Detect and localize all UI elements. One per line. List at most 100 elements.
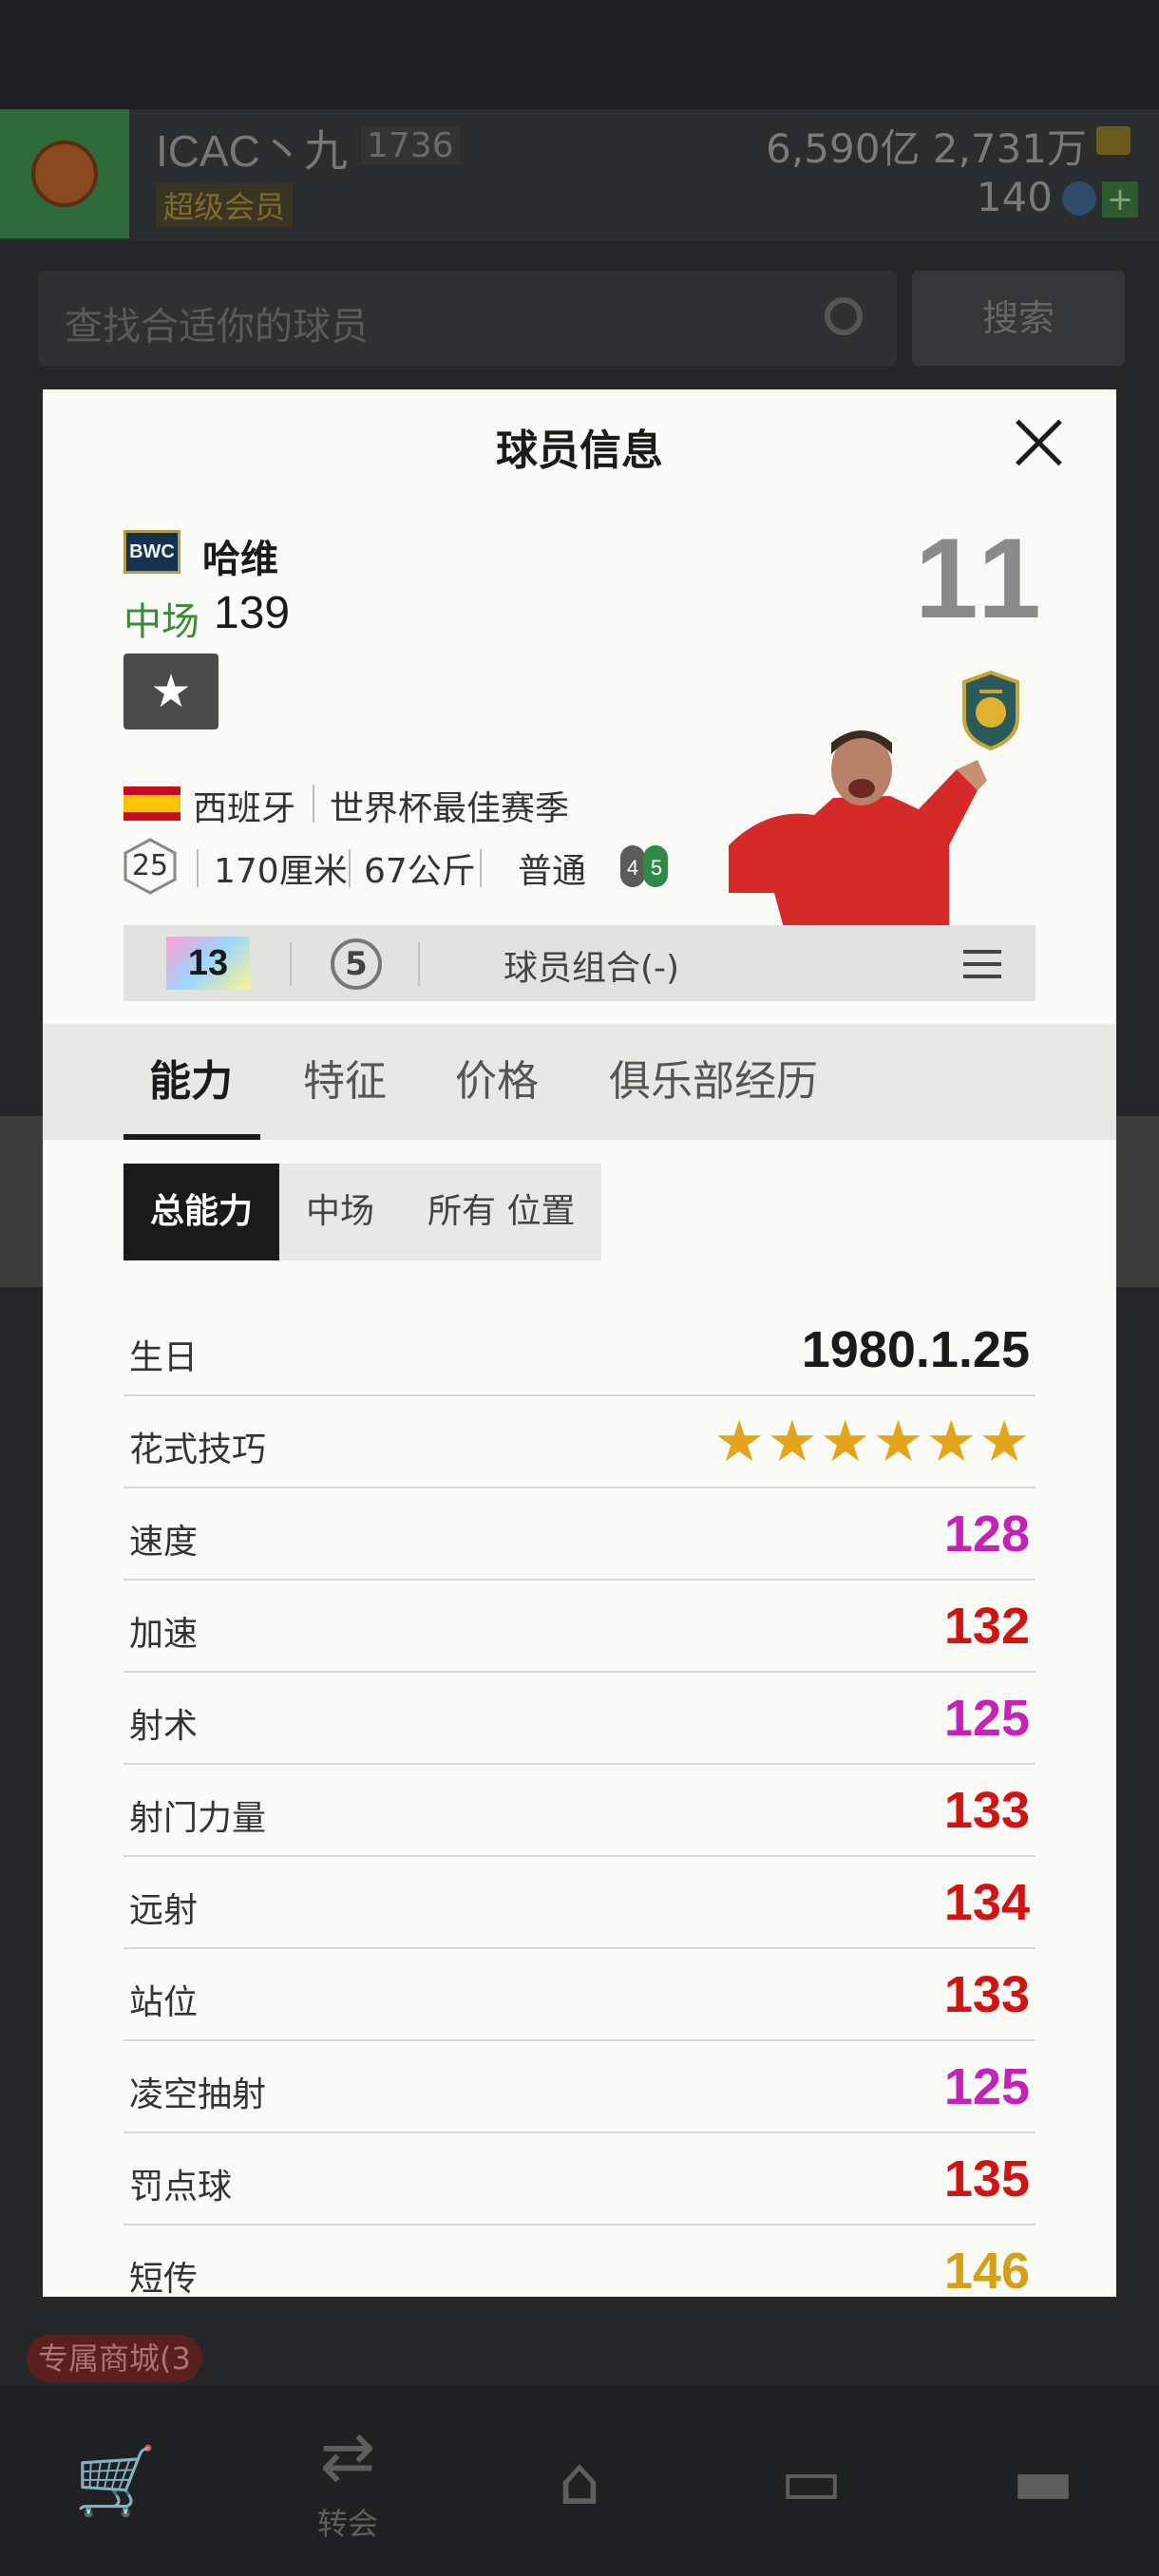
home-icon: ⌂ [558, 2442, 601, 2520]
stat-value: 135 [943, 2150, 1030, 2207]
player-nation: 西班牙 [193, 789, 296, 828]
jersey-number: 11 [915, 515, 1047, 642]
player-info-modal: 球员信息 BWC 哈维 中场 139 ★ 11 西班牙 世界杯最佳赛季 25 1… [43, 389, 1116, 2297]
search-placeholder: 查找合适你的球员 [65, 305, 369, 349]
divider [418, 942, 420, 986]
stat-label: 罚点球 [129, 2168, 233, 2207]
club-logo [0, 109, 129, 238]
ability-subtabs: 总能力 中场 所有 位置 [124, 1164, 602, 1260]
modal-title: 球员信息 [496, 426, 663, 475]
add-coins-button[interactable]: + [1102, 181, 1138, 218]
player-combo-bar[interactable]: 13 5 球员组合(-) [124, 925, 1036, 1001]
player-height: 170厘米 [214, 852, 348, 891]
player-weight: 67公斤 [364, 852, 476, 891]
combo-label: 球员组合(-) [504, 949, 680, 988]
nav-transfer-label: 转会 [316, 2506, 378, 2542]
subtab-midfield[interactable]: 中场 [279, 1164, 402, 1260]
tab-price[interactable]: 价格 [455, 1047, 539, 1108]
divider [313, 785, 314, 823]
club-level: 1736 [361, 126, 460, 165]
stat-label: 短传 [129, 2260, 199, 2297]
tab-club-history[interactable]: 俱乐部经历 [609, 1047, 818, 1108]
stat-label: 远射 [129, 1891, 199, 1930]
stat-row: 凌空抽射 125 [124, 2040, 1036, 2133]
enhance-level-badge: 13 [166, 937, 250, 990]
info-tabs: 能力 特征 价格 俱乐部经历 [43, 1024, 1116, 1140]
nav-pitch[interactable]: ▭ [695, 2386, 927, 2576]
player-position: 中场 [124, 600, 200, 644]
nav-home[interactable]: ⌂ [464, 2386, 695, 2576]
stat-label: 射门力量 [129, 1799, 267, 1838]
top-bar: ICAC丶九 1736 超级会员 6,590亿 2,731万 140 + [0, 109, 1159, 240]
favorite-star-button[interactable]: ★ [124, 653, 218, 729]
menu-icon[interactable] [963, 950, 1001, 978]
nav-shop[interactable]: 🛒 [0, 2386, 232, 2576]
player-body-type: 普通 [518, 852, 587, 891]
grade-badge: 5 [331, 938, 382, 990]
stat-value: 1980.1.25 [801, 1321, 1030, 1378]
cart-icon: 🛒 [74, 2442, 158, 2520]
nav-locker[interactable]: ▬ [927, 2386, 1159, 2576]
weak-foot-value: 4 [627, 856, 638, 880]
coin-icon [1062, 181, 1096, 216]
search-button[interactable]: 搜索 [912, 271, 1125, 366]
search-row: 查找合适你的球员 搜索 [0, 240, 1159, 392]
stat-value: 125 [943, 1690, 1030, 1747]
active-tab-indicator [124, 1134, 260, 1140]
stat-label: 花式技巧 [129, 1430, 267, 1469]
age-badge: 25 [124, 838, 177, 895]
nav-transfer[interactable]: ⇄ 转会 [232, 2386, 464, 2576]
stat-value: 128 [943, 1506, 1030, 1563]
stat-row: 速度 128 [124, 1487, 1036, 1581]
stat-value: 146 [943, 2243, 1030, 2297]
stat-value: 133 [943, 1966, 1030, 2023]
player-overall: 139 [214, 588, 291, 638]
close-icon[interactable] [1012, 416, 1065, 469]
club-name: ICAC丶九 [156, 126, 348, 176]
strong-foot-value: 5 [651, 856, 662, 880]
basketball-icon [31, 141, 98, 207]
tab-traits[interactable]: 特征 [303, 1047, 387, 1108]
search-icon [825, 297, 863, 335]
stat-value: 132 [943, 1598, 1030, 1655]
stat-row: 罚点球 135 [124, 2132, 1036, 2226]
stat-value: 125 [943, 2058, 1030, 2115]
subtab-total[interactable]: 总能力 [124, 1164, 280, 1260]
divider [349, 849, 351, 887]
stat-row: 射术 125 [124, 1672, 1036, 1765]
search-input[interactable]: 查找合适你的球员 [38, 271, 897, 366]
stat-row: 花式技巧 ★★★★★★ [124, 1395, 1036, 1488]
stat-label: 射术 [129, 1707, 199, 1746]
stat-label: 速度 [129, 1523, 199, 1562]
transfer-icon: ⇄ [319, 2417, 376, 2495]
player-name: 哈维 [202, 538, 278, 581]
shop-badge[interactable]: 专属商城(3 [27, 2335, 202, 2382]
stat-label: 站位 [129, 1983, 199, 2022]
spain-flag-icon [124, 786, 180, 821]
stat-label: 凌空抽射 [129, 2075, 267, 2114]
season-badge: BWC [124, 530, 180, 574]
stat-row: 射门力量 133 [124, 1764, 1036, 1857]
pitch-icon: ▭ [779, 2442, 844, 2520]
star-icon: ★ [150, 665, 192, 718]
player-season: 世界杯最佳赛季 [330, 789, 570, 828]
subtab-all-positions[interactable]: 所有 位置 [401, 1164, 602, 1260]
stat-row: 生日 1980.1.25 [124, 1303, 1036, 1396]
stat-value: 134 [943, 1874, 1030, 1931]
stat-label: 加速 [129, 1615, 199, 1654]
stat-row: 加速 132 [124, 1580, 1036, 1673]
status-bar [0, 0, 1159, 109]
stat-row: 短传 146 [124, 2225, 1036, 2297]
bottom-nav: 🛒 ⇄ 转会 ⌂ ▭ ▬ [0, 2386, 1159, 2576]
tab-ability[interactable]: 能力 [149, 1047, 233, 1108]
player-photo [729, 730, 987, 935]
vip-badge: 超级会员 [156, 183, 294, 227]
divider [290, 942, 292, 986]
money-icon [1096, 126, 1130, 155]
coin-amount: 140 [976, 174, 1053, 220]
stat-row: 远射 134 [124, 1856, 1036, 1949]
divider [197, 849, 199, 887]
stat-row: 站位 133 [124, 1948, 1036, 2041]
divider [480, 849, 482, 887]
stat-label: 生日 [129, 1338, 199, 1377]
